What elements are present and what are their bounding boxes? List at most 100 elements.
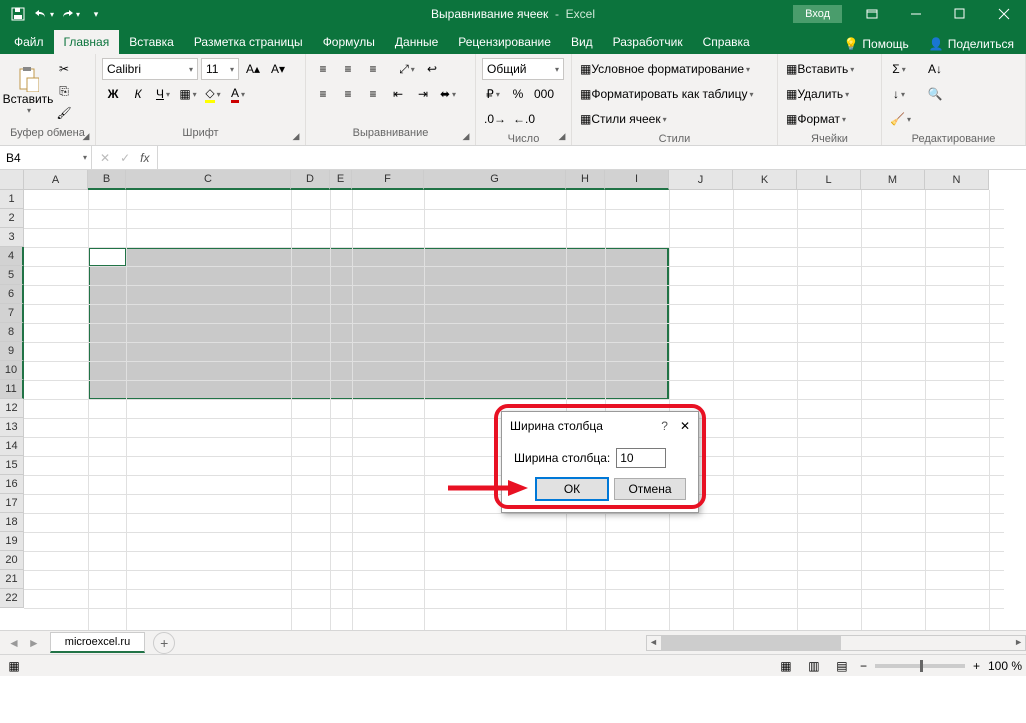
cut-icon[interactable]: ✂	[53, 58, 75, 80]
row-header[interactable]: 4	[0, 247, 24, 266]
format-table-button[interactable]: ▦ Форматировать как таблицу▾	[578, 83, 756, 105]
decrease-font-icon[interactable]: A▾	[267, 58, 289, 80]
formula-input[interactable]	[158, 146, 1026, 169]
add-sheet-icon[interactable]: +	[153, 632, 175, 654]
copy-icon[interactable]: ⎘	[53, 80, 75, 102]
merge-icon[interactable]: ⬌▾	[437, 83, 459, 105]
row-header[interactable]: 5	[0, 266, 24, 285]
decrease-decimal-icon[interactable]: ←.0	[511, 108, 537, 130]
close-icon[interactable]	[982, 0, 1026, 28]
page-break-view-icon[interactable]: ▤	[832, 657, 852, 675]
row-header[interactable]: 8	[0, 323, 24, 342]
row-header[interactable]: 21	[0, 570, 24, 589]
zoom-slider[interactable]	[875, 664, 965, 668]
fill-color-icon[interactable]: ◇▾	[202, 83, 224, 105]
ok-button[interactable]: ОК	[536, 478, 608, 500]
scrollbar-thumb[interactable]	[661, 636, 841, 650]
insert-cells-button[interactable]: ▦ Вставить▾	[784, 58, 856, 80]
number-format-combo[interactable]: Общий▾	[482, 58, 564, 80]
column-header[interactable]: E	[330, 170, 352, 190]
dialog-help-icon[interactable]: ?	[661, 419, 668, 433]
row-header[interactable]: 22	[0, 589, 24, 608]
underline-button[interactable]: Ч▾	[152, 83, 174, 105]
cell-styles-button[interactable]: ▦ Стили ячеек▾	[578, 108, 669, 130]
horizontal-scrollbar[interactable]: ◄ ►	[646, 635, 1026, 651]
column-header[interactable]: A	[24, 170, 88, 190]
row-header[interactable]: 18	[0, 513, 24, 532]
sheet-prev-icon[interactable]: ◄	[8, 636, 20, 650]
comma-icon[interactable]: 000	[532, 83, 556, 105]
tab-review[interactable]: Рецензирование	[448, 30, 561, 54]
column-header[interactable]: L	[797, 170, 861, 190]
delete-cells-button[interactable]: ▦ Удалить▾	[784, 83, 851, 105]
ribbon-options-icon[interactable]	[850, 0, 894, 28]
save-icon[interactable]	[6, 2, 30, 26]
column-header[interactable]: M	[861, 170, 925, 190]
maximize-icon[interactable]	[938, 0, 982, 28]
row-header[interactable]: 13	[0, 418, 24, 437]
tab-formulas[interactable]: Формулы	[313, 30, 385, 54]
borders-icon[interactable]: ▦▾	[177, 83, 199, 105]
cancel-formula-icon[interactable]: ✕	[100, 151, 110, 165]
row-header[interactable]: 12	[0, 399, 24, 418]
row-header[interactable]: 3	[0, 228, 24, 247]
tab-view[interactable]: Вид	[561, 30, 603, 54]
align-left-icon[interactable]: ≡	[312, 83, 334, 105]
increase-indent-icon[interactable]: ⇥	[412, 83, 434, 105]
login-button[interactable]: Вход	[793, 5, 842, 23]
name-box[interactable]: B4▾	[0, 146, 92, 169]
select-all-corner[interactable]	[0, 170, 24, 190]
currency-icon[interactable]: ₽▾	[482, 83, 504, 105]
align-center-icon[interactable]: ≡	[337, 83, 359, 105]
row-header[interactable]: 17	[0, 494, 24, 513]
column-header[interactable]: K	[733, 170, 797, 190]
tab-data[interactable]: Данные	[385, 30, 448, 54]
format-painter-icon[interactable]: 🖌	[53, 102, 75, 124]
clear-icon[interactable]: 🧹▾	[888, 108, 913, 130]
paste-button[interactable]: Вставить▾	[6, 58, 50, 122]
row-header[interactable]: 6	[0, 285, 24, 304]
column-header[interactable]: F	[352, 170, 424, 190]
sort-filter-icon[interactable]: A↓	[924, 58, 946, 80]
launcher-icon[interactable]: ◢	[459, 129, 473, 143]
cancel-button[interactable]: Отмена	[614, 478, 686, 500]
column-header[interactable]: C	[126, 170, 291, 190]
column-header[interactable]: I	[605, 170, 669, 190]
row-header[interactable]: 7	[0, 304, 24, 323]
format-cells-button[interactable]: ▦ Формат▾	[784, 108, 848, 130]
dialog-close-icon[interactable]: ✕	[680, 419, 690, 433]
tab-help[interactable]: Справка	[693, 30, 760, 54]
column-header[interactable]: D	[291, 170, 330, 190]
align-right-icon[interactable]: ≡	[362, 83, 384, 105]
minimize-icon[interactable]	[894, 0, 938, 28]
orientation-icon[interactable]: ⤢▾	[396, 58, 418, 80]
column-header[interactable]: J	[669, 170, 733, 190]
enter-formula-icon[interactable]: ✓	[120, 151, 130, 165]
launcher-icon[interactable]: ◢	[79, 129, 93, 143]
record-macro-icon[interactable]: ▦	[4, 657, 24, 675]
row-header[interactable]: 10	[0, 361, 24, 380]
launcher-icon[interactable]: ◢	[289, 129, 303, 143]
align-top-icon[interactable]: ≡	[312, 58, 334, 80]
page-layout-view-icon[interactable]: ▥	[804, 657, 824, 675]
help-label[interactable]: Помощь	[862, 37, 908, 51]
tab-insert[interactable]: Вставка	[119, 30, 184, 54]
active-cell[interactable]	[89, 248, 126, 266]
font-name-combo[interactable]: Calibri▾	[102, 58, 198, 80]
row-header[interactable]: 20	[0, 551, 24, 570]
share-label[interactable]: Поделиться	[948, 37, 1014, 51]
font-size-combo[interactable]: 11▾	[201, 58, 239, 80]
fx-icon[interactable]: fx	[140, 151, 149, 165]
sheet-tab[interactable]: microexcel.ru	[50, 632, 145, 653]
bold-button[interactable]: Ж	[102, 83, 124, 105]
row-header[interactable]: 19	[0, 532, 24, 551]
row-header[interactable]: 11	[0, 380, 24, 399]
align-middle-icon[interactable]: ≡	[337, 58, 359, 80]
wrap-text-icon[interactable]: ↩	[421, 58, 443, 80]
decrease-indent-icon[interactable]: ⇤	[387, 83, 409, 105]
column-header[interactable]: N	[925, 170, 989, 190]
column-header[interactable]: H	[566, 170, 605, 190]
qat-customize-icon[interactable]: ▾	[84, 2, 108, 26]
increase-font-icon[interactable]: A▴	[242, 58, 264, 80]
align-bottom-icon[interactable]: ≡	[362, 58, 384, 80]
